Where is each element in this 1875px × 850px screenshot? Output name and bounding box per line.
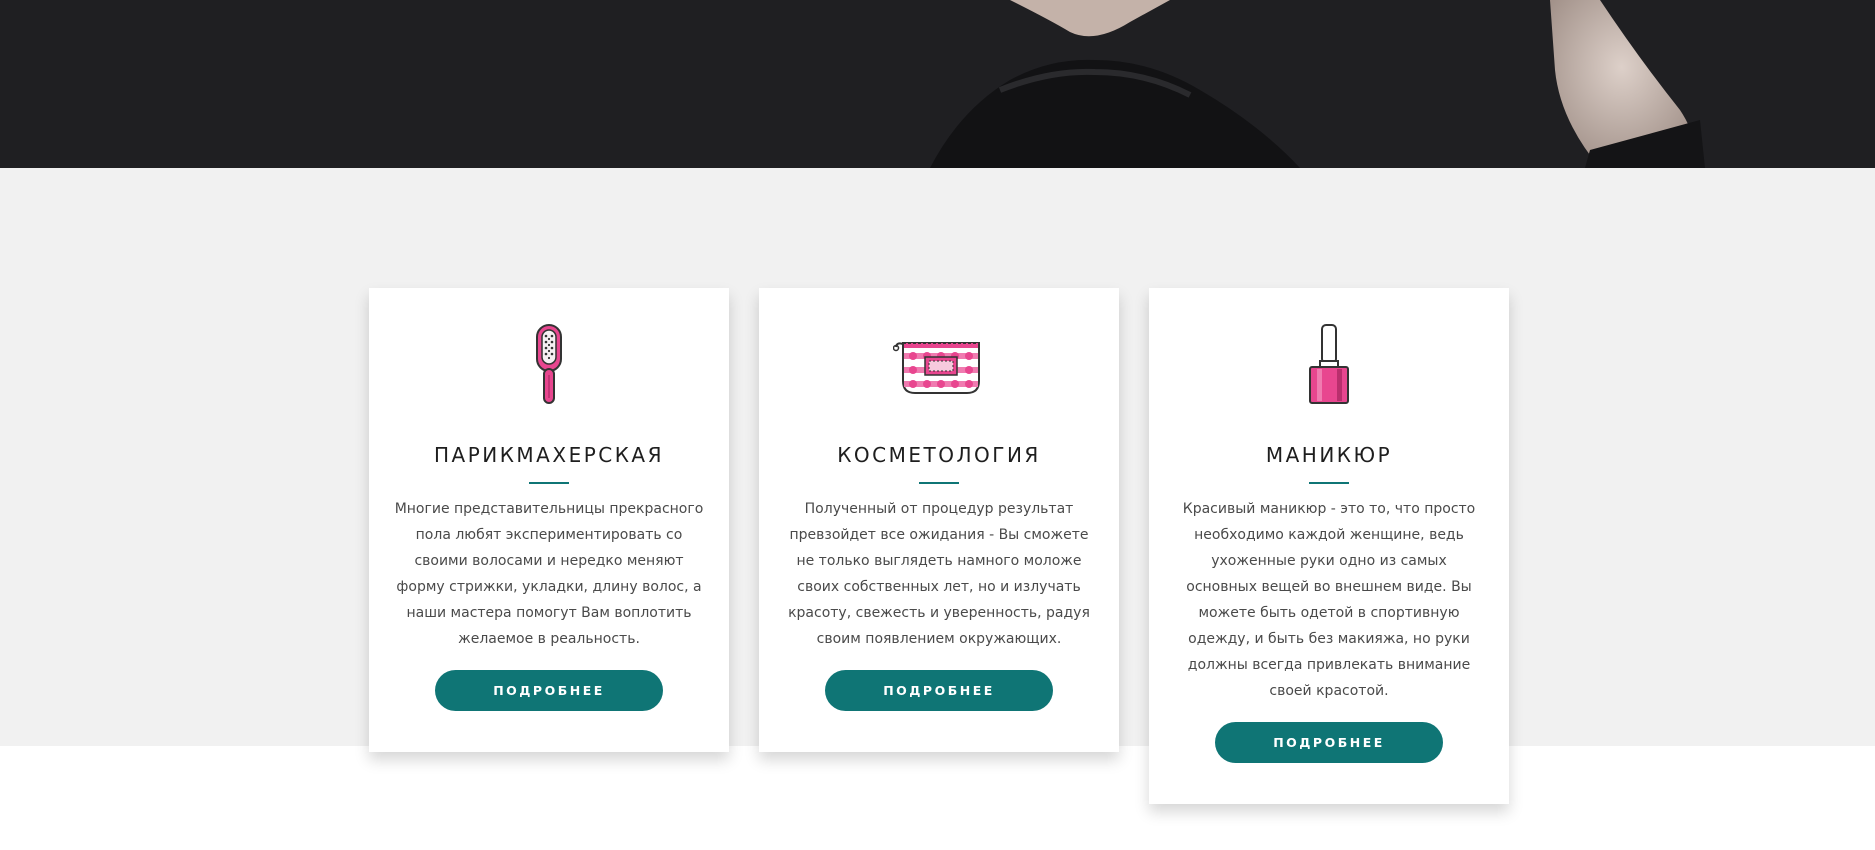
more-button-cosmetology[interactable]: ПОДРОБНЕЕ (825, 670, 1053, 711)
title-divider (529, 482, 569, 484)
hairbrush-icon (369, 323, 729, 405)
nail-polish-icon (1149, 323, 1509, 405)
title-divider (919, 482, 959, 484)
service-card-hairdressing: ПАРИКМАХЕРСКАЯ Многие представительницы … (369, 288, 729, 752)
card-description: Многие представительницы прекрасного пол… (394, 501, 704, 647)
title-divider (1309, 482, 1349, 484)
more-button-manicure[interactable]: ПОДРОБНЕЕ (1215, 722, 1443, 763)
hero-photo (0, 0, 1875, 168)
more-button-hairdressing[interactable]: ПОДРОБНЕЕ (435, 670, 663, 711)
card-description: Красивый маникюр - это то, что просто не… (1182, 501, 1476, 699)
card-title: МАНИКЮР (1265, 443, 1393, 467)
card-description: Полученный от процедур результат превзой… (788, 501, 1090, 647)
card-title: КОСМЕТОЛОГИЯ (837, 443, 1041, 467)
service-card-cosmetology: КОСМЕТОЛОГИЯ Полученный от процедур резу… (759, 288, 1119, 752)
services-section: ПАРИКМАХЕРСКАЯ Многие представительницы … (0, 168, 1875, 804)
hero-banner (0, 0, 1875, 168)
cosmetic-bag-icon (759, 323, 1119, 405)
service-card-manicure: МАНИКЮР Красивый маникюр - это то, что п… (1149, 288, 1509, 804)
card-title: ПАРИКМАХЕРСКАЯ (433, 443, 665, 467)
